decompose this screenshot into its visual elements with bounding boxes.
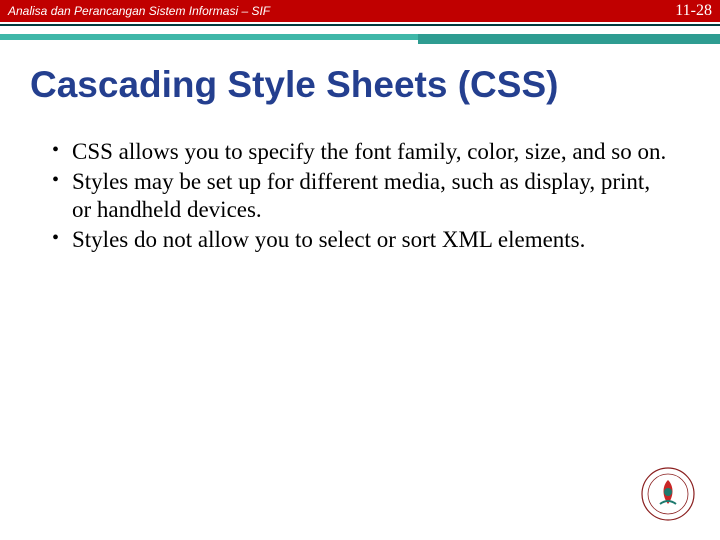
list-item: Styles may be set up for different media… — [48, 168, 672, 224]
page-number: 11-28 — [675, 2, 712, 20]
slide: Analisa dan Perancangan Sistem Informasi… — [0, 0, 720, 540]
list-item: Styles do not allow you to select or sor… — [48, 226, 672, 254]
header-bar: Analisa dan Perancangan Sistem Informasi… — [0, 0, 720, 22]
bullet-list: CSS allows you to specify the font famil… — [48, 138, 672, 254]
slide-title: Cascading Style Sheets (CSS) — [30, 64, 720, 106]
divider — [0, 22, 720, 44]
university-logo-icon — [640, 466, 696, 522]
course-title: Analisa dan Perancangan Sistem Informasi… — [8, 4, 270, 18]
content-body: CSS allows you to specify the font famil… — [48, 138, 672, 254]
list-item: CSS allows you to specify the font famil… — [48, 138, 672, 166]
